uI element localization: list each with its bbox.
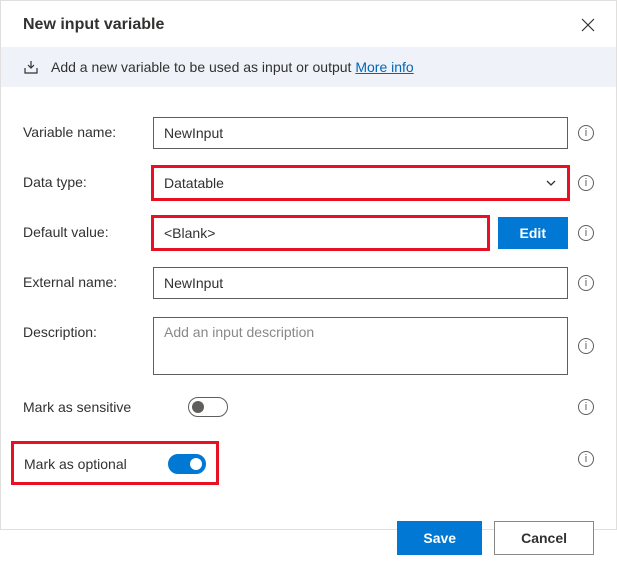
banner-text: Add a new variable to be used as input o… [51, 59, 414, 75]
edit-button[interactable]: Edit [498, 217, 568, 249]
toggle-knob [192, 401, 204, 413]
default-value-text: <Blank> [164, 225, 215, 241]
mark-optional-toggle[interactable] [168, 454, 206, 474]
data-type-label: Data type: [23, 167, 153, 190]
default-value-label: Default value: [23, 217, 153, 240]
dialog-footer: Save Cancel [1, 505, 616, 577]
data-type-value: Datatable [164, 175, 224, 191]
row-description: Description: i [23, 317, 594, 375]
banner-message: Add a new variable to be used as input o… [51, 59, 355, 75]
more-info-link[interactable]: More info [355, 59, 413, 75]
data-type-select[interactable]: Datatable [153, 167, 568, 199]
save-button[interactable]: Save [397, 521, 482, 555]
info-icon[interactable]: i [578, 338, 594, 354]
row-mark-optional: Mark as optional i [23, 433, 594, 485]
mark-optional-highlight: Mark as optional [11, 441, 219, 485]
download-in-icon [23, 59, 39, 75]
close-icon [581, 18, 595, 32]
description-input[interactable] [153, 317, 568, 375]
row-external-name: External name: i [23, 267, 594, 299]
chevron-down-icon [545, 177, 557, 189]
row-mark-sensitive: Mark as sensitive i [23, 397, 594, 417]
info-icon[interactable]: i [578, 275, 594, 291]
info-icon[interactable]: i [578, 125, 594, 141]
cancel-button[interactable]: Cancel [494, 521, 594, 555]
variable-name-input[interactable] [153, 117, 568, 149]
row-variable-name: Variable name: i [23, 117, 594, 149]
info-banner: Add a new variable to be used as input o… [1, 47, 616, 87]
dialog-title: New input variable [23, 16, 164, 34]
info-icon[interactable]: i [578, 399, 594, 415]
mark-optional-label: Mark as optional [24, 456, 168, 472]
external-name-label: External name: [23, 267, 153, 290]
info-icon[interactable]: i [578, 175, 594, 191]
default-value-field[interactable]: <Blank> [153, 217, 488, 249]
row-default-value: Default value: <Blank> Edit i [23, 217, 594, 249]
info-icon[interactable]: i [578, 225, 594, 241]
mark-sensitive-toggle[interactable] [188, 397, 228, 417]
mark-sensitive-label: Mark as sensitive [23, 399, 188, 415]
row-data-type: Data type: Datatable i [23, 167, 594, 199]
dialog-header: New input variable [1, 1, 616, 47]
info-icon[interactable]: i [578, 451, 594, 467]
description-label: Description: [23, 317, 153, 340]
close-button[interactable] [576, 13, 600, 37]
toggle-knob [190, 458, 202, 470]
form-body: Variable name: i Data type: Datatable i … [1, 87, 616, 505]
new-input-variable-dialog: New input variable Add a new variable to… [0, 0, 617, 530]
external-name-input[interactable] [153, 267, 568, 299]
variable-name-label: Variable name: [23, 117, 153, 140]
